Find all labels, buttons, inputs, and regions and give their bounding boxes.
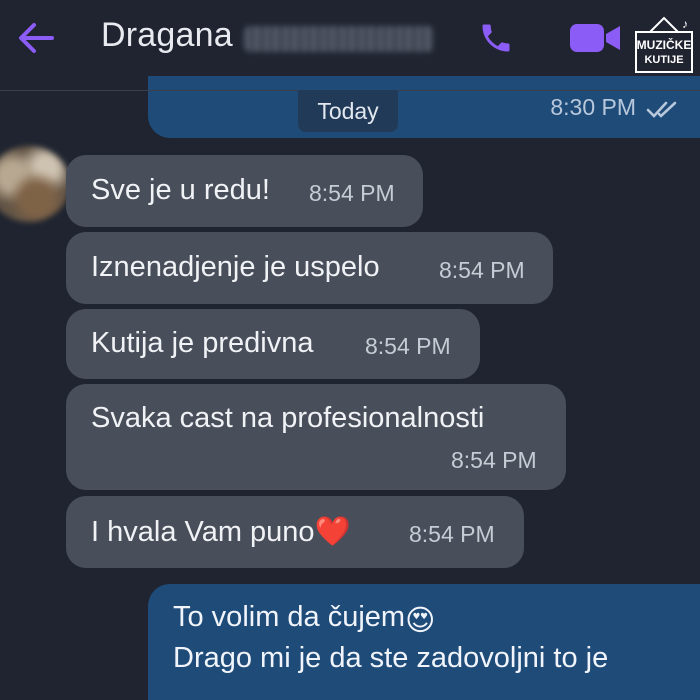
message-text: I hvala Vam puno❤️ xyxy=(91,515,351,549)
message-text: Svaka cast na profesionalnosti xyxy=(91,402,485,434)
outgoing-message[interactable]: To volim da čujem😍 Drago mi je da ste za… xyxy=(148,584,700,700)
double-check-icon xyxy=(646,101,677,118)
chat-header: Dragana MUZIČKE KUTIJE ♪ xyxy=(0,0,700,78)
logo-text-line1: MUZIČKE xyxy=(637,37,692,52)
message-text: To volim da čujem xyxy=(173,601,406,633)
message-time: 8:54 PM xyxy=(439,257,525,283)
contact-avatar[interactable] xyxy=(0,146,70,222)
message-text-line: Drago mi je da ste zadovoljni to je xyxy=(173,642,609,674)
message-time: 8:30 PM xyxy=(550,94,636,120)
incoming-message[interactable]: Iznenadjenje je uspelo 8:54 PM xyxy=(66,232,553,304)
message-time: 8:54 PM xyxy=(451,447,537,473)
message-text: Sve je u redu! xyxy=(91,174,270,206)
chat-screen: Dragana MUZIČKE KUTIJE ♪ 8:30 PM Today S… xyxy=(0,0,700,700)
muzicke-kutije-logo: MUZIČKE KUTIJE ♪ xyxy=(632,14,696,78)
logo-text-line2: KUTIJE xyxy=(644,54,683,66)
message-text-content: I hvala Vam puno xyxy=(91,516,315,548)
message-text: Iznenadjenje je uspelo xyxy=(91,251,380,283)
contact-name[interactable]: Dragana xyxy=(101,16,233,55)
message-time: 8:54 PM xyxy=(309,180,395,206)
incoming-message[interactable]: Kutija je predivna 8:54 PM xyxy=(66,309,480,379)
message-time: 8:54 PM xyxy=(365,333,451,359)
message-text-line: To volim da čujem😍 xyxy=(173,601,435,638)
phone-icon xyxy=(482,24,510,52)
message-time: 8:54 PM xyxy=(409,521,495,547)
back-button[interactable] xyxy=(14,18,58,58)
video-camera-icon xyxy=(570,24,620,52)
heart-emoji: ❤️ xyxy=(314,516,351,548)
arrow-left-icon xyxy=(19,23,54,53)
contact-name-redacted xyxy=(244,26,434,52)
heart-eyes-emoji: 😍 xyxy=(405,605,436,637)
incoming-message[interactable]: I hvala Vam puno❤️ 8:54 PM xyxy=(66,496,524,568)
video-call-button[interactable] xyxy=(566,16,624,60)
incoming-message[interactable]: Sve je u redu! 8:54 PM xyxy=(66,155,423,227)
date-separator: Today xyxy=(298,90,398,132)
music-note-icon: ♪ xyxy=(682,17,688,31)
incoming-message[interactable]: Svaka cast na profesionalnosti 8:54 PM xyxy=(66,384,566,490)
message-text: Kutija je predivna xyxy=(91,327,314,359)
voice-call-button[interactable] xyxy=(474,16,518,60)
